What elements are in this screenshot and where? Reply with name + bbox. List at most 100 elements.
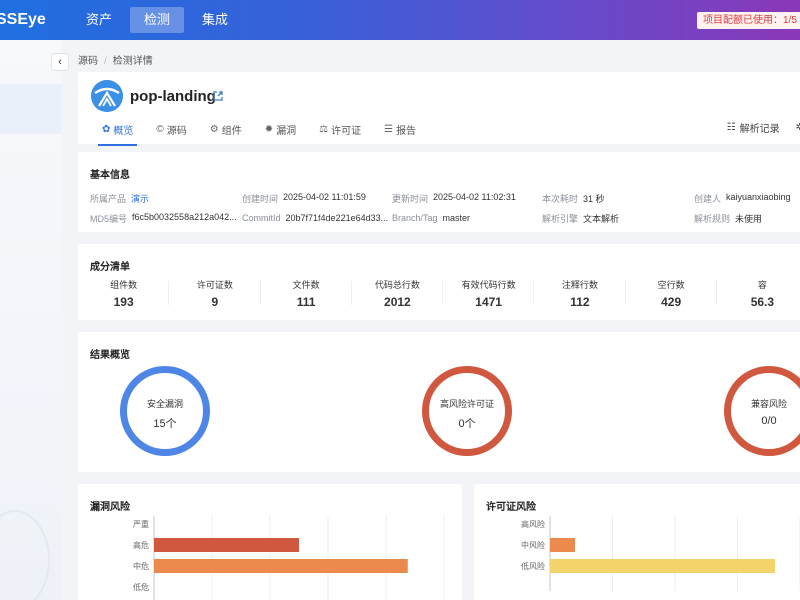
vuln-risk-chart: 严重高危中危低危 <box>133 516 445 600</box>
history-icon: ☷ <box>726 122 736 133</box>
parse-history-button[interactable]: ☷ 解析记录 <box>727 120 780 135</box>
license-risk-card: 许可证风险 高风险 中风险 低风险 <box>474 484 800 600</box>
info-cell: 更新时间 2025-04-02 11:02:31 <box>392 192 516 205</box>
component-icon: ⚙ <box>209 123 219 135</box>
nav-item-detection[interactable]: 检测 <box>130 7 185 33</box>
stat-item: 有效代码行数 1471 <box>443 278 535 309</box>
info-label: CommitId <box>242 213 281 223</box>
tab-vulnerabilities[interactable]: ✹ 漏洞 <box>265 120 296 138</box>
info-cell: 创建人 kaiyuanxiaobing <box>694 192 791 205</box>
stat-value: 112 <box>570 295 590 309</box>
license-risk-chart: 高风险中风险低风险 <box>521 516 800 591</box>
info-label: 所属产品 <box>90 193 127 204</box>
stat-value: 1471 <box>475 295 502 309</box>
bar[interactable] <box>550 559 775 573</box>
license-icon: ⚖ <box>319 123 329 135</box>
info-value: 文本解析 <box>583 213 620 224</box>
ring-label: 高风险许可证 <box>439 399 494 409</box>
tab-components[interactable]: ⚙ 组件 <box>210 120 242 138</box>
info-value: master <box>442 213 471 223</box>
tick-label: 低风险 <box>521 561 545 571</box>
app-logo[interactable]: SSEye <box>0 11 74 29</box>
stat-value: 9 <box>211 295 219 309</box>
info-cell: CommitId 20b7f71f4de221e64d33... <box>242 213 388 223</box>
stat-value: 56.3 <box>750 295 775 309</box>
project-logo-icon <box>91 80 123 112</box>
info-label: 本次耗时 <box>542 193 579 204</box>
tab-report[interactable]: ☰ 报告 <box>384 120 416 138</box>
breadcrumb-item-source[interactable]: 源码 <box>78 56 98 67</box>
quota-badge: 项目配额已使用：1/5 <box>697 12 800 29</box>
stat-label: 文件数 <box>292 280 320 290</box>
tab-source[interactable]: © 源码 <box>156 120 186 138</box>
info-value: f6c5b0032558a212a042... <box>132 211 237 222</box>
info-cell: 创建时间 2025-04-02 11:01:59 <box>242 192 366 205</box>
tick-label: 中风险 <box>521 540 545 550</box>
ring-label: 兼容风险 <box>750 399 787 409</box>
stat-label: 许可证数 <box>196 280 233 290</box>
collapse-sidebar-button[interactable]: ‹ <box>51 53 69 71</box>
vulnerability-ring[interactable]: 安全漏洞 15个 <box>120 366 210 456</box>
info-cell: 所属产品 演示 <box>90 192 149 205</box>
stat-item: 组件数 193 <box>78 278 170 309</box>
bar[interactable] <box>154 559 408 573</box>
info-label: 创建时间 <box>242 193 279 204</box>
basic-info-card: 基本信息 所属产品 演示 创建时间 2025-04-02 11:01:59 更新时间 20… <box>78 152 800 232</box>
stat-value: 111 <box>296 295 316 309</box>
chevron-left-icon: ‹ <box>58 56 62 68</box>
info-value: 未使用 <box>735 213 763 224</box>
stat-label: 有效代码行数 <box>461 280 516 290</box>
stat-item: 代码总行数 2012 <box>352 278 443 309</box>
tab-label: 概览 <box>113 125 134 137</box>
tick-label: 低危 <box>133 582 149 592</box>
composition-card: 成分清单 组件数 193 许可证数 9 文件数 111 代码总行数 2012 有效代码行数 147… <box>78 244 800 320</box>
stat-label: 空行数 <box>657 280 685 290</box>
info-cell: 解析引擎 文本解析 <box>542 212 619 225</box>
tab-licenses[interactable]: ⚖ 许可证 <box>319 120 361 138</box>
composition-stats: 组件数 193 许可证数 9 文件数 111 代码总行数 2012 有效代码行数 1471 注释行数… <box>78 278 800 309</box>
tick-label: 高危 <box>133 540 149 550</box>
info-value: 31 秒 <box>583 193 605 204</box>
tab-overview[interactable]: ✿ 概览 <box>97 120 138 146</box>
info-row: 所属产品 演示 创建时间 2025-04-02 11:01:59 更新时间 2025-04… <box>90 188 800 208</box>
info-label: 创建人 <box>694 193 722 204</box>
ring-label: 安全漏洞 <box>146 399 183 409</box>
info-label: Branch/Tag <box>392 213 438 223</box>
basic-info-title: 基本信息 <box>90 170 130 181</box>
header-actions: ☷ 解析记录 ✲ <box>711 120 800 135</box>
overview-icon: ✿ <box>102 123 111 135</box>
tab-label: 组件 <box>221 125 242 137</box>
info-label: 解析引擎 <box>542 213 579 224</box>
sidebar <box>0 40 62 600</box>
bar[interactable] <box>154 538 299 552</box>
sidebar-decoration <box>0 510 50 600</box>
info-value-link[interactable]: 演示 <box>131 192 149 205</box>
info-value: 2025-04-02 11:02:31 <box>433 191 516 202</box>
settings-icon: ✲ <box>795 122 800 133</box>
nav-item-assets[interactable]: 资产 <box>74 7 124 33</box>
sidebar-active-item[interactable] <box>0 84 62 134</box>
compatibility-risk-ring[interactable]: 兼容风险 0/0 <box>724 366 800 456</box>
info-label: MD5编号 <box>90 213 128 224</box>
tab-label: 许可证 <box>331 125 362 137</box>
report-icon: ☰ <box>384 123 394 135</box>
bar[interactable] <box>550 538 575 552</box>
info-value: 20b7f71f4de221e64d33... <box>285 213 389 223</box>
stat-item: 许可证数 9 <box>169 278 261 309</box>
basic-info-grid: 所属产品 演示 创建时间 2025-04-02 11:01:59 更新时间 2025-04… <box>90 188 800 228</box>
nav-item-integration[interactable]: 集成 <box>190 7 240 33</box>
ring-value: 0/0 <box>761 415 777 427</box>
settings-button[interactable]: ✲ <box>796 120 800 135</box>
stat-label: 注释行数 <box>561 280 598 290</box>
tick-label: 高风险 <box>521 519 545 529</box>
ring-value: 15个 <box>153 418 177 430</box>
project-header: pop-landing ✿ 概览 © 源码 ⚙ 组件 ✹ 漏洞 ⚖ 许可证 ☰ 报告 ☷ 解析… <box>78 72 800 146</box>
stat-value: 193 <box>113 295 134 309</box>
results-card: 结果概览 安全漏洞 15个 高风险许可证 0个 兼容风险 0/0 <box>78 332 800 472</box>
info-value: 2025-04-02 11:01:59 <box>283 191 366 202</box>
high-risk-license-ring[interactable]: 高风险许可证 0个 <box>422 366 512 456</box>
tick-label: 严重 <box>133 519 149 529</box>
external-link-icon[interactable] <box>213 91 223 101</box>
breadcrumb: 源码 / 检测详情 <box>78 52 153 67</box>
parse-history-label: 解析记录 <box>739 124 780 135</box>
